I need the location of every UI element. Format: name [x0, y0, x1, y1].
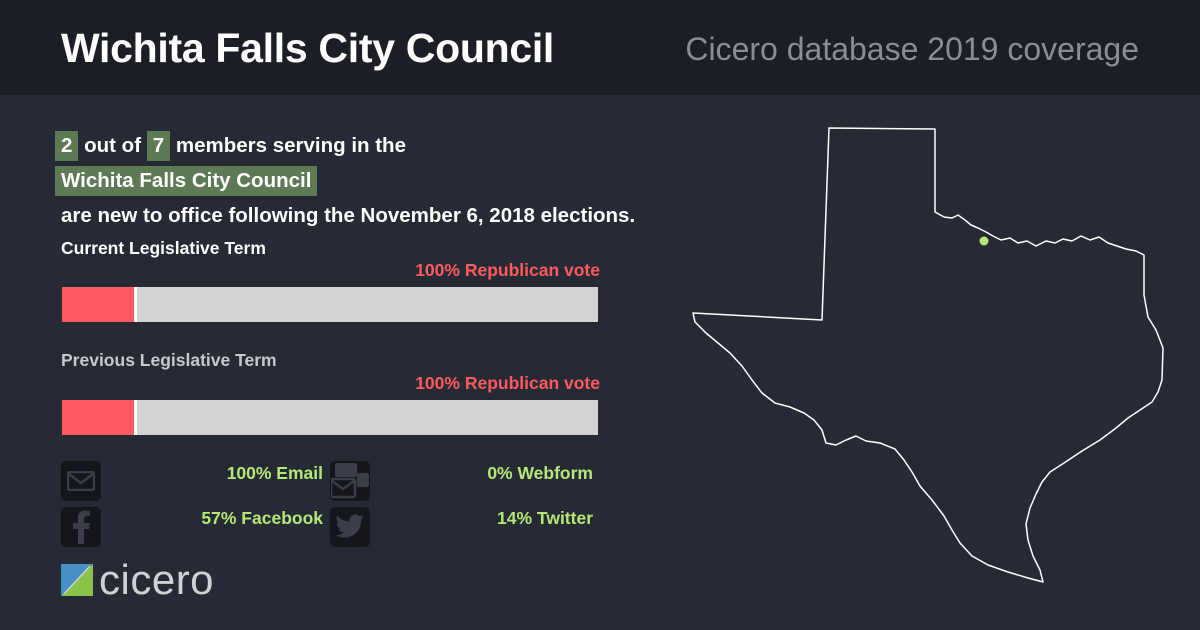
- webform-icon: [330, 461, 370, 501]
- wichita-falls-marker: [979, 236, 989, 246]
- cicero-logo-text: cicero: [99, 556, 215, 603]
- email-icon: [61, 461, 101, 501]
- page-title: Wichita Falls City Council: [61, 25, 555, 71]
- cicero-logo: cicero: [61, 556, 215, 603]
- previous-term-label: Previous Legislative Term: [61, 350, 277, 370]
- texas-map-icon: [692, 127, 1164, 583]
- new-members-summary: 2 out of 7 members serving in the Wichit…: [55, 128, 635, 233]
- summary-line-2: Wichita Falls City Council: [55, 163, 635, 198]
- previous-term-republican-fill: [62, 400, 138, 435]
- current-term-republican-fill: [62, 287, 138, 322]
- email-percentage: 100% Email: [226, 463, 323, 483]
- twitter-percentage: 14% Twitter: [497, 508, 593, 528]
- current-term-label: Current Legislative Term: [61, 238, 266, 258]
- previous-term-bar: [61, 399, 599, 436]
- header-bar: Wichita Falls City Council Cicero databa…: [0, 0, 1200, 95]
- out-of-text: out of: [84, 134, 142, 157]
- previous-term-vote-label: 100% Republican vote: [415, 373, 600, 393]
- twitter-icon: [330, 507, 370, 547]
- summary-line-1: 2 out of 7 members serving in the: [55, 128, 635, 163]
- cicero-logo-mark: [61, 564, 93, 596]
- facebook-icon: [61, 507, 101, 547]
- webform-percentage: 0% Webform: [487, 463, 593, 483]
- members-text: members serving in the: [175, 134, 406, 157]
- body-name: Wichita Falls City Council: [55, 166, 318, 196]
- summary-line-3: are new to office following the November…: [55, 198, 635, 233]
- page-subtitle: Cicero database 2019 coverage: [685, 31, 1139, 67]
- closing-text: are new to office following the November…: [61, 204, 636, 227]
- current-term-vote-label: 100% Republican vote: [415, 260, 600, 280]
- facebook-percentage: 57% Facebook: [201, 508, 323, 528]
- new-member-count: 2: [55, 131, 79, 161]
- current-term-bar: [61, 286, 599, 323]
- texas-outline: [692, 127, 1164, 583]
- total-member-count: 7: [146, 131, 171, 161]
